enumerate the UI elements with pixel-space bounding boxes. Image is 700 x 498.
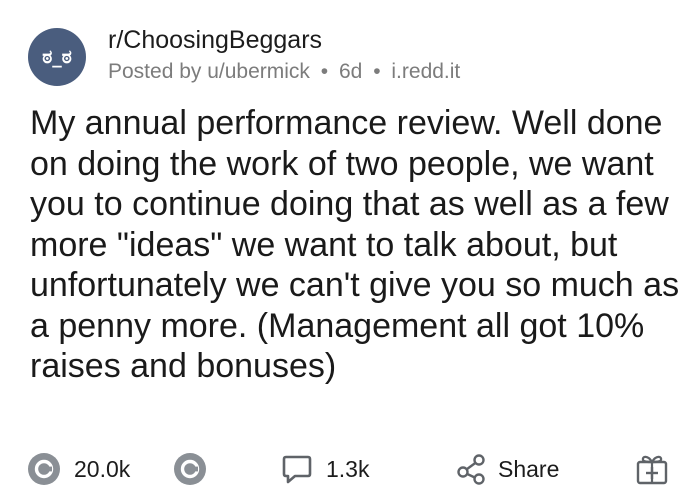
comment-icon: [280, 452, 314, 486]
posted-by[interactable]: Posted by u/ubermick: [108, 60, 310, 83]
subreddit-name[interactable]: r/ChoosingBeggars: [108, 24, 460, 56]
avatar-text: ಠ_ಠ: [42, 46, 72, 68]
upvote-button[interactable]: 20.0k: [26, 448, 130, 490]
meta-separator: •: [320, 60, 329, 83]
award-gift-icon: [634, 451, 670, 487]
post-domain[interactable]: i.redd.it: [391, 60, 460, 83]
award-button[interactable]: [634, 448, 670, 490]
comment-count: 1.3k: [326, 455, 370, 482]
share-button[interactable]: Share: [454, 448, 559, 490]
share-icon: [454, 452, 488, 486]
subreddit-avatar[interactable]: ಠ_ಠ: [28, 28, 86, 86]
upvote-icon[interactable]: [26, 451, 62, 487]
comments-button[interactable]: 1.3k: [280, 448, 369, 490]
post-action-bar: 20.0k 1.3k Share: [26, 448, 682, 490]
post-meta: Posted by u/ubermick • 6d • i.redd.it: [108, 58, 460, 86]
meta-separator: •: [373, 60, 381, 83]
downvote-icon[interactable]: [172, 451, 208, 487]
post-header-text: r/ChoosingBeggars Posted by u/ubermick •…: [108, 24, 460, 86]
post-header: ಠ_ಠ r/ChoosingBeggars Posted by u/ubermi…: [28, 24, 680, 86]
post-title[interactable]: My annual performance review. Well done …: [30, 103, 680, 387]
share-label: Share: [498, 455, 560, 482]
downvote-button[interactable]: [172, 448, 208, 490]
upvote-count: 20.0k: [74, 455, 131, 482]
post-age: 6d: [338, 60, 363, 83]
